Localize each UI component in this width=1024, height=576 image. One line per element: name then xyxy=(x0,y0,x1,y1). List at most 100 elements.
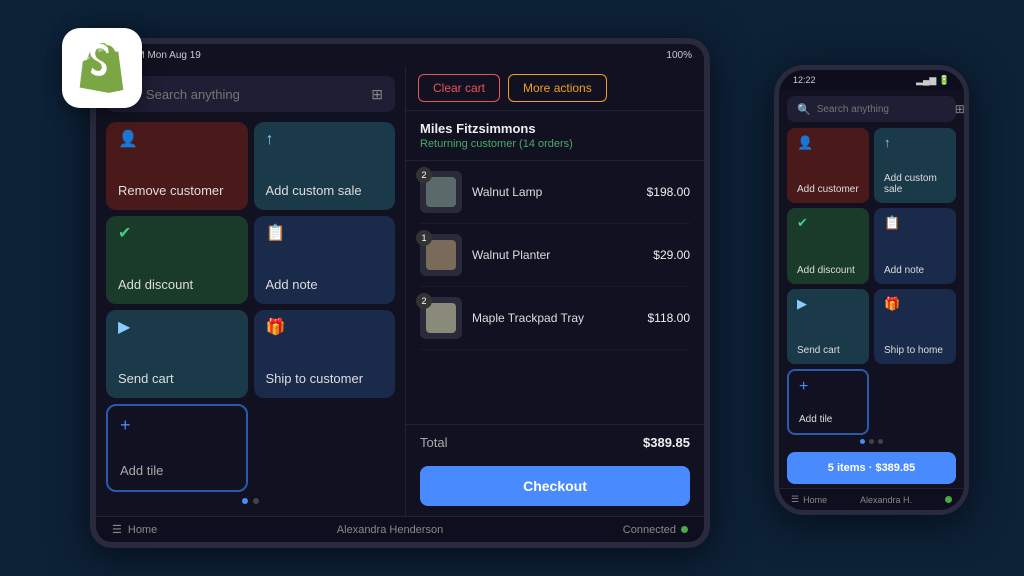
tile-send-cart[interactable]: ▶ Send cart xyxy=(106,310,248,398)
cart-item-qty: 1 xyxy=(416,230,432,246)
phone-add-custom-sale-icon: ↑ xyxy=(884,136,946,149)
total-label: Total xyxy=(420,435,447,450)
phone-statusbar: 12:22 ▂▄▆ 🔋 xyxy=(779,70,964,90)
cart-item-qty: 2 xyxy=(416,167,432,183)
table-row: 1 Walnut Planter $29.00 xyxy=(420,224,690,287)
phone-tile-send-cart[interactable]: ▶ Send cart xyxy=(787,289,869,364)
phone-tile-add-note[interactable]: 📋 Add note xyxy=(874,208,956,283)
tablet-cart-panel: Clear cart More actions Miles Fitzsimmon… xyxy=(406,66,704,516)
cart-items-list: 2 Walnut Lamp $198.00 1 Walnut Planter $… xyxy=(406,161,704,424)
more-actions-button[interactable]: More actions xyxy=(508,74,607,102)
cart-item-image: 1 xyxy=(420,234,462,276)
cart-item-name: Maple Trackpad Tray xyxy=(472,311,638,325)
tile-add-tile-label: Add tile xyxy=(120,463,234,478)
add-custom-sale-icon: ↑ xyxy=(266,132,384,148)
phone-tile-add-customer[interactable]: 👤 Add customer xyxy=(787,128,869,203)
phone-tile-add-tile[interactable]: + Add tile xyxy=(787,369,869,435)
send-cart-icon: ▶ xyxy=(118,320,236,336)
tile-add-custom-sale-label: Add custom sale xyxy=(266,183,384,198)
user-label: Alexandra Henderson xyxy=(337,524,443,536)
home-label: Home xyxy=(128,524,157,536)
tile-add-custom-sale[interactable]: ↑ Add custom sale xyxy=(254,122,396,210)
phone-grid-icon: ⊞ xyxy=(955,102,965,116)
phone-tile-ship-to-home[interactable]: 🎁 Ship to home xyxy=(874,289,956,364)
cart-item-qty: 2 xyxy=(416,293,432,309)
dot-inactive xyxy=(253,498,259,504)
phone-checkout-button[interactable]: 5 items · $389.85 xyxy=(787,452,956,484)
connected-label: Connected xyxy=(623,524,676,536)
tile-add-note[interactable]: 📋 Add note xyxy=(254,216,396,304)
phone-tiles-grid: 👤 Add customer ↑ Add custom sale ✔ Add d… xyxy=(779,128,964,435)
connection-status: Connected xyxy=(623,524,688,536)
customer-name: Miles Fitzsimmons xyxy=(420,121,690,136)
cart-item-image: 2 xyxy=(420,171,462,213)
remove-customer-icon: 👤 xyxy=(118,132,236,148)
hamburger-icon: ☰ xyxy=(112,523,122,536)
phone-search-input[interactable] xyxy=(817,104,949,115)
tile-add-note-label: Add note xyxy=(266,277,384,292)
phone-tile-send-cart-label: Send cart xyxy=(797,345,859,356)
tablet-tiles-panel: 🔍 ⊞ 👤 Remove customer ↑ Add custom sale … xyxy=(96,66,406,516)
phone-tile-add-discount-label: Add discount xyxy=(797,265,859,276)
phone-tile-ship-home-label: Ship to home xyxy=(884,345,946,356)
phone-tile-add-note-label: Add note xyxy=(884,265,946,276)
phone-search-bar[interactable]: 🔍 ⊞ xyxy=(787,96,956,122)
tile-add-discount[interactable]: ✔ Add discount xyxy=(106,216,248,304)
phone-bottombar: ☰ Home Alexandra H. xyxy=(779,488,964,510)
tile-remove-customer[interactable]: 👤 Remove customer xyxy=(106,122,248,210)
add-note-icon: 📋 xyxy=(266,226,384,242)
phone-connected-dot xyxy=(945,496,952,503)
tile-remove-customer-label: Remove customer xyxy=(118,183,236,198)
tablet-dots xyxy=(106,492,395,510)
home-nav[interactable]: ☰ Home xyxy=(112,523,157,536)
phone-user-label: Alexandra H. xyxy=(860,495,912,505)
tablet-tiles-grid: 👤 Remove customer ↑ Add custom sale ✔ Ad… xyxy=(106,122,395,492)
tile-ship-customer-label: Ship to customer xyxy=(266,371,384,386)
clear-cart-button[interactable]: Clear cart xyxy=(418,74,500,102)
phone-add-tile-icon: + xyxy=(799,379,857,395)
phone-dot-1 xyxy=(860,439,865,444)
tablet-bottombar: ☰ Home Alexandra Henderson Connected xyxy=(96,516,704,542)
phone-tile-add-customer-label: Add customer xyxy=(797,184,859,195)
add-discount-icon: ✔ xyxy=(118,226,236,242)
phone-tile-add-tile-label: Add tile xyxy=(799,414,857,425)
tablet-search-input[interactable] xyxy=(146,87,363,102)
cart-item-price: $118.00 xyxy=(648,311,691,325)
phone-search-icon: 🔍 xyxy=(797,103,811,116)
customer-info: Miles Fitzsimmons Returning customer (14… xyxy=(406,111,704,161)
add-tile-icon: + xyxy=(120,416,234,434)
phone-hamburger-icon: ☰ xyxy=(791,494,799,505)
phone-add-customer-icon: 👤 xyxy=(797,136,859,149)
table-row: 2 Maple Trackpad Tray $118.00 xyxy=(420,287,690,350)
phone-tile-add-custom-sale[interactable]: ↑ Add custom sale xyxy=(874,128,956,203)
cart-header: Clear cart More actions xyxy=(406,66,704,111)
phone-signal-battery: ▂▄▆ 🔋 xyxy=(916,75,950,86)
cart-item-name: Walnut Planter xyxy=(472,248,643,262)
phone-add-note-icon: 📋 xyxy=(884,216,946,229)
tile-add-tile[interactable]: + Add tile xyxy=(106,404,248,492)
phone-tile-add-custom-sale-label: Add custom sale xyxy=(884,173,946,195)
phone-dot-2 xyxy=(869,439,874,444)
phone-dot-3 xyxy=(878,439,883,444)
tile-ship-to-customer[interactable]: 🎁 Ship to customer xyxy=(254,310,396,398)
checkout-button[interactable]: Checkout xyxy=(420,466,690,506)
shopify-logo xyxy=(62,28,142,108)
grid-icon: ⊞ xyxy=(371,86,383,103)
total-amount: $389.85 xyxy=(643,435,690,450)
phone-add-discount-icon: ✔ xyxy=(797,216,859,229)
tablet-battery: 100% xyxy=(666,50,692,61)
phone-time: 12:22 xyxy=(793,75,816,85)
connected-dot xyxy=(681,526,688,533)
tablet-statusbar: 9:48 AM Mon Aug 19 100% xyxy=(96,44,704,66)
customer-tag: Returning customer (14 orders) xyxy=(420,138,690,150)
ship-customer-icon: 🎁 xyxy=(266,320,384,336)
phone-page-dots xyxy=(779,435,964,448)
phone-tile-add-discount[interactable]: ✔ Add discount xyxy=(787,208,869,283)
tablet-search-bar[interactable]: 🔍 ⊞ xyxy=(106,76,395,112)
phone-device: 12:22 ▂▄▆ 🔋 🔍 ⊞ 👤 Add customer ↑ Add cus… xyxy=(774,65,969,515)
tile-add-discount-label: Add discount xyxy=(118,277,236,292)
table-row: 2 Walnut Lamp $198.00 xyxy=(420,161,690,224)
cart-item-price: $198.00 xyxy=(647,185,690,199)
phone-home-nav[interactable]: ☰ Home xyxy=(791,494,827,505)
tablet-device: 9:48 AM Mon Aug 19 100% 🔍 ⊞ 👤 Remove cus… xyxy=(90,38,710,548)
